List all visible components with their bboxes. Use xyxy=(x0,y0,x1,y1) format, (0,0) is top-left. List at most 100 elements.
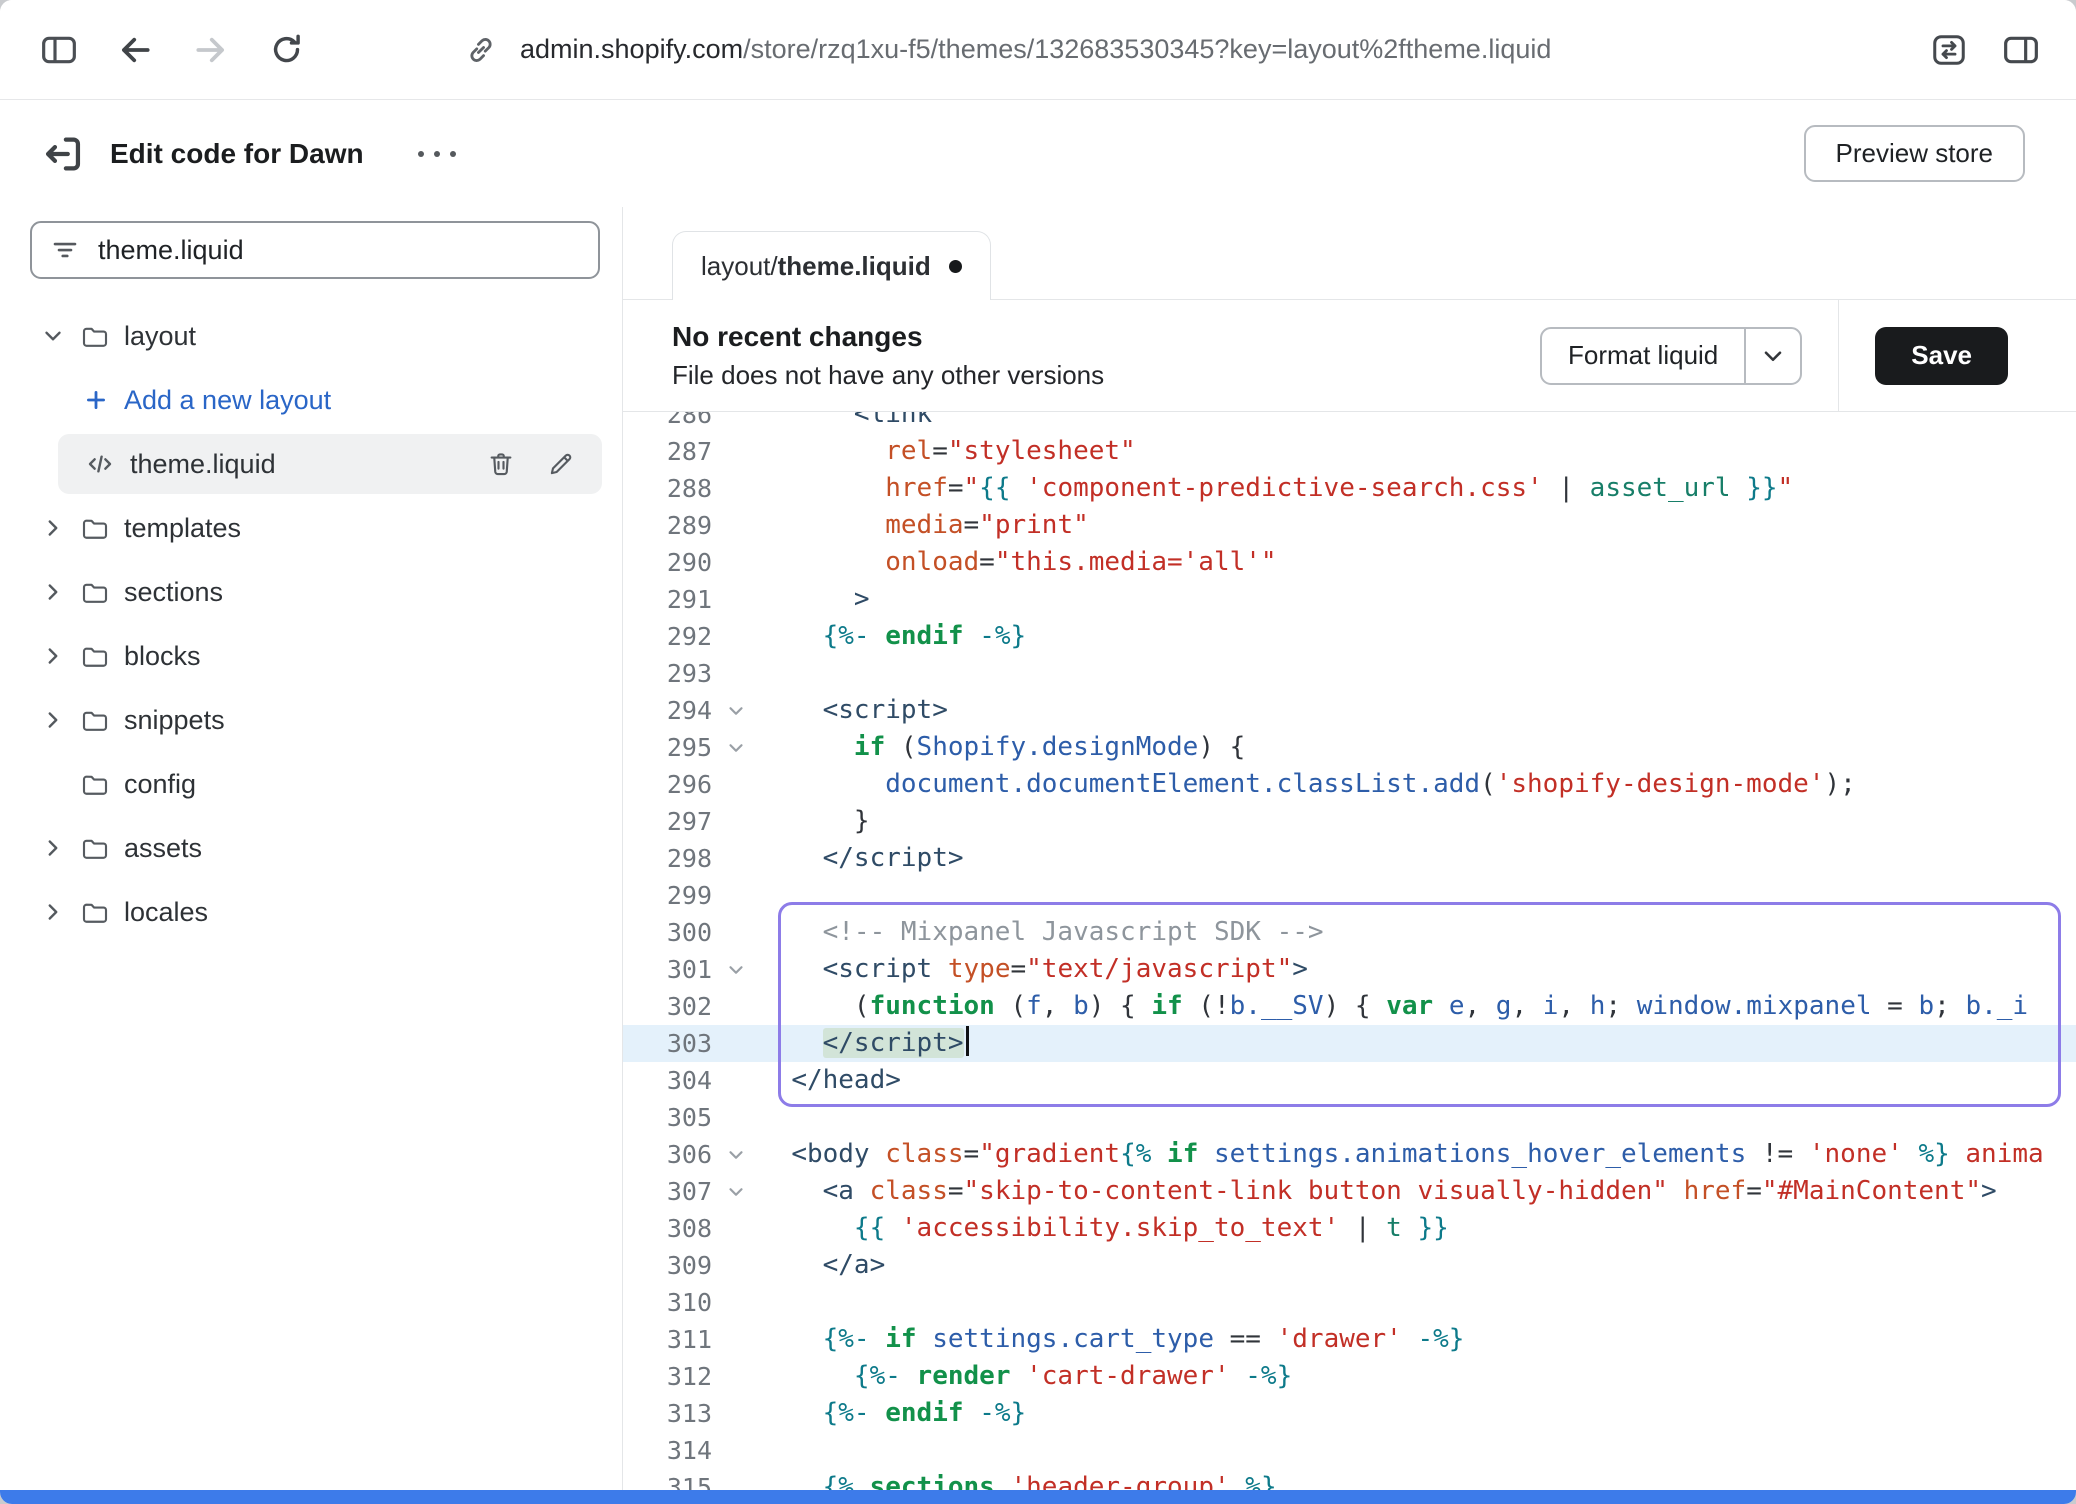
code-line-287[interactable]: 287 rel="stylesheet" xyxy=(623,433,2076,470)
code-editor[interactable]: 286 <link287 rel="stylesheet"288 href="{… xyxy=(623,412,2076,1490)
sidebar-item-add-a-new-layout[interactable]: Add a new layout xyxy=(0,368,622,432)
code-line-294[interactable]: 294 <script> xyxy=(623,692,2076,729)
code-line-309[interactable]: 309 </a> xyxy=(623,1247,2076,1284)
chevron-down-icon[interactable] xyxy=(1744,329,1800,383)
code-line-291[interactable]: 291 > xyxy=(623,581,2076,618)
sidebar-item-templates[interactable]: templates xyxy=(0,496,622,560)
fold-spacer xyxy=(712,766,760,803)
code-line-292[interactable]: 292 {%- endif -%} xyxy=(623,618,2076,655)
code-line-303[interactable]: 303 </script> xyxy=(623,1025,2076,1062)
sidebar-item-label: config xyxy=(124,769,196,800)
sidebar-item-layout[interactable]: layout xyxy=(0,304,622,368)
code-line-305[interactable]: 305 xyxy=(623,1099,2076,1136)
line-number: 309 xyxy=(623,1247,712,1284)
trash-icon[interactable] xyxy=(486,449,516,479)
tab-theme-liquid[interactable]: layout/theme.liquid xyxy=(672,231,991,300)
code-line-288[interactable]: 288 href="{{ 'component-predictive-searc… xyxy=(623,470,2076,507)
chevron-right-icon[interactable] xyxy=(40,579,66,605)
sidebar-toggle-glyph xyxy=(39,30,79,70)
code-line-313[interactable]: 313 {%- endif -%} xyxy=(623,1395,2076,1432)
browser-toolbar: admin.shopify.com/store/rzq1xu-f5/themes… xyxy=(0,0,2076,100)
folder-icon xyxy=(80,833,110,863)
code-text: document.documentElement.classList.add('… xyxy=(760,766,1856,803)
line-number: 292 xyxy=(623,618,712,655)
code-text: href="{{ 'component-predictive-search.cs… xyxy=(760,470,1793,507)
address-bar[interactable]: admin.shopify.com/store/rzq1xu-f5/themes… xyxy=(464,33,1551,67)
chevron-down-icon[interactable] xyxy=(40,323,66,349)
fold-spacer xyxy=(712,840,760,877)
code-line-289[interactable]: 289 media="print" xyxy=(623,507,2076,544)
code-line-286[interactable]: 286 <link xyxy=(623,412,2076,433)
preview-store-button[interactable]: Preview store xyxy=(1804,125,2026,182)
tab-file-name: theme.liquid xyxy=(778,251,931,281)
more-actions-icon[interactable] xyxy=(418,134,456,174)
code-line-300[interactable]: 300 <!-- Mixpanel Javascript SDK --> xyxy=(623,914,2076,951)
chevron-right-icon[interactable] xyxy=(40,643,66,669)
code-line-298[interactable]: 298 </script> xyxy=(623,840,2076,877)
fold-toggle-icon[interactable] xyxy=(712,729,760,766)
code-line-293[interactable]: 293 xyxy=(623,655,2076,692)
code-line-308[interactable]: 308 {{ 'accessibility.skip_to_text' | t … xyxy=(623,1210,2076,1247)
forward-icon[interactable] xyxy=(186,25,236,75)
code-line-296[interactable]: 296 document.documentElement.classList.a… xyxy=(623,766,2076,803)
code-text: media="print" xyxy=(760,507,1089,544)
back-icon[interactable] xyxy=(110,25,160,75)
chevron-right-icon[interactable] xyxy=(40,899,66,925)
chevron-right-icon[interactable] xyxy=(40,707,66,733)
code-line-299[interactable]: 299 xyxy=(623,877,2076,914)
fold-toggle-icon[interactable] xyxy=(712,692,760,729)
format-liquid-button[interactable]: Format liquid xyxy=(1540,327,1802,385)
code-line-315[interactable]: 315 {% sections 'header-group' %} xyxy=(623,1469,2076,1490)
code-line-290[interactable]: 290 onload="this.media='all'" xyxy=(623,544,2076,581)
code-line-314[interactable]: 314 xyxy=(623,1432,2076,1469)
filter-icon xyxy=(50,235,80,265)
fold-spacer xyxy=(712,1321,760,1358)
fold-toggle-icon[interactable] xyxy=(712,1136,760,1173)
folder-icon xyxy=(80,513,110,543)
code-text: } xyxy=(760,803,870,840)
sidebar-item-snippets[interactable]: snippets xyxy=(0,688,622,752)
reload-icon[interactable] xyxy=(262,25,312,75)
folder-icon xyxy=(80,897,110,927)
save-button[interactable]: Save xyxy=(1875,327,2008,385)
sidebar-item-theme-liquid[interactable]: theme.liquid xyxy=(58,434,602,494)
code-line-310[interactable]: 310 xyxy=(623,1284,2076,1321)
file-search-input[interactable]: theme.liquid xyxy=(30,221,600,279)
line-number: 314 xyxy=(623,1432,712,1469)
code-line-311[interactable]: 311 {%- if settings.cart_type == 'drawer… xyxy=(623,1321,2076,1358)
fold-spacer xyxy=(712,544,760,581)
status-title: No recent changes xyxy=(672,321,1104,353)
line-number: 286 xyxy=(623,412,712,433)
toggle-right-sidebar-icon[interactable] xyxy=(1996,25,2046,75)
sidebar-item-label: Add a new layout xyxy=(124,385,331,416)
sidebar-item-locales[interactable]: locales xyxy=(0,880,622,944)
code-line-295[interactable]: 295 if (Shopify.designMode) { xyxy=(623,729,2076,766)
fold-toggle-icon[interactable] xyxy=(712,951,760,988)
fold-toggle-icon[interactable] xyxy=(712,1173,760,1210)
code-lines: 286 <link287 rel="stylesheet"288 href="{… xyxy=(623,412,2076,1490)
browser-window: admin.shopify.com/store/rzq1xu-f5/themes… xyxy=(0,0,2076,1504)
sidebar-item-label: templates xyxy=(124,513,241,544)
code-text: </script> xyxy=(760,840,964,877)
code-line-301[interactable]: 301 <script type="text/javascript"> xyxy=(623,951,2076,988)
pencil-icon[interactable] xyxy=(546,449,576,479)
sidebar-item-sections[interactable]: sections xyxy=(0,560,622,624)
code-line-312[interactable]: 312 {%- render 'cart-drawer' -%} xyxy=(623,1358,2076,1395)
tab-sidebar-toggle-icon[interactable] xyxy=(34,25,84,75)
sidebar-item-config[interactable]: config xyxy=(0,752,622,816)
code-line-306[interactable]: 306 <body class="gradient{% if settings.… xyxy=(623,1136,2076,1173)
code-line-297[interactable]: 297 } xyxy=(623,803,2076,840)
folder-icon xyxy=(80,577,110,607)
chevron-right-icon[interactable] xyxy=(40,515,66,541)
app-header: Edit code for Dawn Preview store xyxy=(0,100,2076,207)
code-line-304[interactable]: 304 </head> xyxy=(623,1062,2076,1099)
sidebar-item-assets[interactable]: assets xyxy=(0,816,622,880)
exit-code-editor-icon[interactable] xyxy=(38,129,88,179)
code-line-307[interactable]: 307 <a class="skip-to-content-link butto… xyxy=(623,1173,2076,1210)
browser-extension-icon[interactable] xyxy=(1924,25,1974,75)
code-text: </script> xyxy=(760,1025,969,1062)
line-number: 311 xyxy=(623,1321,712,1358)
sidebar-item-blocks[interactable]: blocks xyxy=(0,624,622,688)
code-line-302[interactable]: 302 (function (f, b) { if (!b.__SV) { va… xyxy=(623,988,2076,1025)
chevron-right-icon[interactable] xyxy=(40,835,66,861)
